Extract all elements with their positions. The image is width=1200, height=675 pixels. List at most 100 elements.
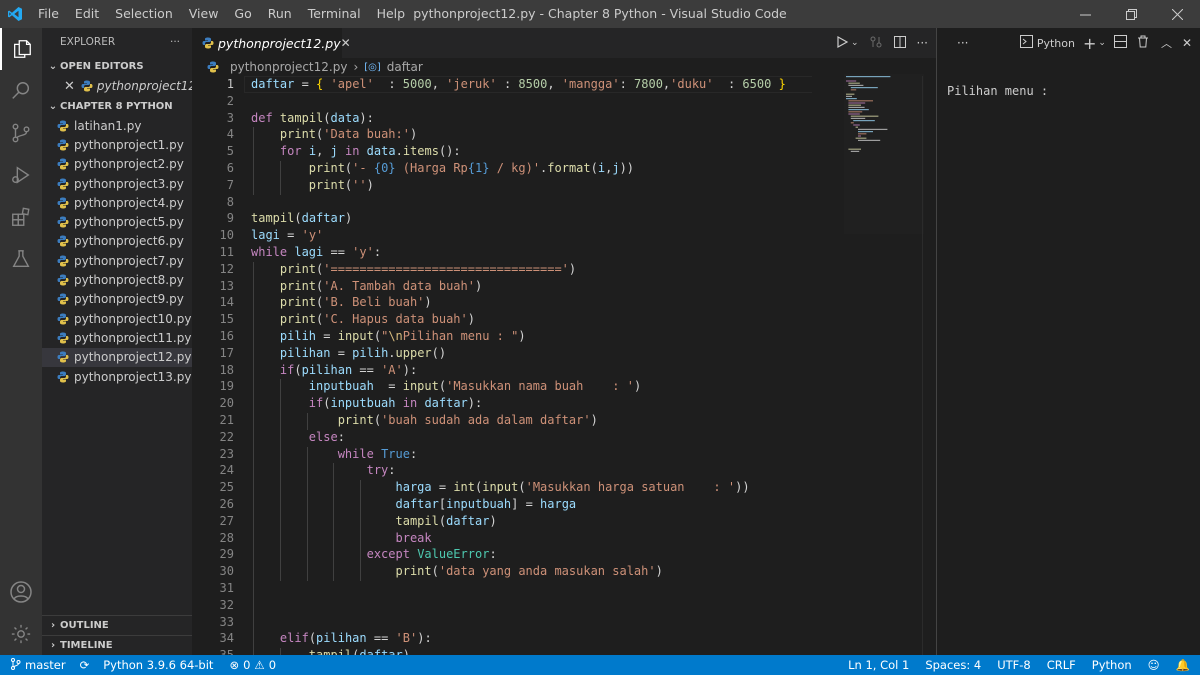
code-line[interactable]: pilihan = pilih.upper()	[251, 346, 446, 360]
code-line[interactable]: print('================================'…	[251, 262, 576, 276]
menu-file[interactable]: File	[30, 0, 67, 28]
file-item[interactable]: pythonproject11.py	[42, 328, 192, 347]
vertical-scrollbar[interactable]	[922, 76, 936, 655]
trash-icon[interactable]	[1137, 35, 1149, 51]
minimap[interactable]	[844, 74, 924, 234]
encoding-status[interactable]: UTF-8	[989, 658, 1039, 672]
code-line[interactable]: except ValueError:	[251, 547, 497, 561]
code-line[interactable]: print('B. Beli buah')	[251, 295, 432, 309]
code-line[interactable]: while lagi == 'y':	[251, 245, 381, 259]
code-line[interactable]: def tampil(data):	[251, 111, 374, 125]
menu-run[interactable]: Run	[260, 0, 300, 28]
terminal-name[interactable]: Python	[1037, 37, 1075, 50]
more-actions-icon[interactable]: ···	[917, 36, 928, 50]
file-item[interactable]: pythonproject9.py	[42, 290, 192, 309]
run-debug-icon[interactable]	[0, 154, 42, 196]
problems-status[interactable]: ⊗ 0 ⚠ 0	[221, 658, 284, 672]
new-terminal-plus-icon[interactable]: +	[1083, 34, 1096, 53]
file-item[interactable]: pythonproject8.py	[42, 270, 192, 289]
code-line[interactable]: lagi = 'y'	[251, 228, 323, 242]
code-editor[interactable]: 1 daftar = { 'apel' : 5000, 'jeruk' : 850…	[192, 76, 812, 655]
settings-gear-icon[interactable]	[0, 613, 42, 655]
eol-status[interactable]: CRLF	[1039, 658, 1084, 672]
code-line[interactable]: for i, j in data.items():	[251, 144, 461, 158]
code-line[interactable]: print('')	[251, 178, 374, 192]
breadcrumb-symbol[interactable]: daftar	[387, 60, 423, 74]
feedback-icon[interactable]: ☺	[1140, 658, 1168, 672]
code-line[interactable]: print('A. Tambah data buah')	[251, 279, 482, 293]
code-line[interactable]: daftar = { 'apel' : 5000, 'jeruk' : 8500…	[251, 77, 786, 91]
source-control-icon[interactable]	[0, 112, 42, 154]
file-item[interactable]: pythonproject5.py	[42, 212, 192, 231]
file-item[interactable]: latihan1.py	[42, 116, 192, 135]
code-line[interactable]: if(pilihan == 'A'):	[251, 363, 417, 377]
run-icon[interactable]	[835, 35, 849, 52]
code-line[interactable]: print('Data buah:')	[251, 127, 417, 141]
file-item[interactable]: pythonproject7.py	[42, 251, 192, 270]
minimize-button[interactable]	[1062, 0, 1108, 28]
code-line[interactable]: print('data yang anda masukan salah')	[251, 564, 663, 578]
terminal-dropdown-chevron-icon[interactable]: ⌄	[1098, 38, 1106, 48]
menu-selection[interactable]: Selection	[107, 0, 181, 28]
code-line[interactable]: print('C. Hapus data buah')	[251, 312, 475, 326]
menu-edit[interactable]: Edit	[67, 0, 107, 28]
language-mode[interactable]: Python	[1084, 658, 1140, 672]
file-item[interactable]: pythonproject3.py	[42, 174, 192, 193]
timeline-section[interactable]: › TIMELINE	[42, 635, 192, 655]
explorer-icon[interactable]	[0, 28, 42, 70]
code-line[interactable]: print('buah sudah ada dalam daftar')	[251, 413, 598, 427]
code-line[interactable]: daftar[inputbuah] = harga	[251, 497, 577, 511]
file-item[interactable]: pythonproject2.py	[42, 155, 192, 174]
outline-section[interactable]: › OUTLINE	[42, 615, 192, 635]
code-line[interactable]: else:	[251, 430, 345, 444]
menu-go[interactable]: Go	[226, 0, 259, 28]
code-line[interactable]: inputbuah = input('Masukkan nama buah : …	[251, 379, 641, 393]
close-panel-icon[interactable]: ✕	[1182, 36, 1192, 50]
menu-view[interactable]: View	[181, 0, 227, 28]
restore-button[interactable]	[1108, 0, 1154, 28]
folder-section[interactable]: ⌄ CHAPTER 8 PYTHON	[42, 96, 192, 116]
file-item[interactable]: pythonproject4.py	[42, 193, 192, 212]
file-item[interactable]: pythonproject13.py	[42, 367, 192, 386]
file-item[interactable]: pythonproject12.py	[42, 347, 192, 367]
file-item[interactable]: pythonproject1.py	[42, 135, 192, 154]
sidebar-more-icon[interactable]: ···	[170, 36, 180, 48]
editor-tab[interactable]: pythonproject12.py ✕	[192, 28, 351, 58]
menu-help[interactable]: Help	[369, 0, 414, 28]
menu-terminal[interactable]: Terminal	[300, 0, 369, 28]
run-dropdown-chevron-icon[interactable]: ⌄	[851, 38, 859, 48]
code-line[interactable]: try:	[251, 463, 396, 477]
indentation-status[interactable]: Spaces: 4	[917, 658, 989, 672]
code-line[interactable]: tampil(daftar)	[251, 211, 352, 225]
close-icon[interactable]: ✕	[64, 79, 75, 94]
code-line[interactable]: tampil(daftar)	[251, 514, 497, 528]
file-item[interactable]: pythonproject10.py	[42, 309, 192, 328]
open-editor-item[interactable]: ✕ pythonproject12....	[42, 76, 192, 96]
terminal-output[interactable]: Pilihan menu :	[947, 84, 1048, 98]
code-line[interactable]: harga = int(input('Masukkan harga satuan…	[251, 480, 750, 494]
split-editor-icon[interactable]	[893, 35, 907, 52]
account-icon[interactable]	[0, 571, 42, 613]
code-line[interactable]: break	[251, 531, 432, 545]
file-item[interactable]: pythonproject6.py	[42, 232, 192, 251]
compare-changes-icon[interactable]	[869, 35, 883, 52]
code-line[interactable]: print('- {0} (Harga Rp{1} / kg)'.format(…	[251, 161, 634, 175]
interpreter-status[interactable]: Python 3.9.6 64-bit	[95, 658, 221, 672]
testing-flask-icon[interactable]	[0, 238, 42, 280]
branch-status[interactable]: master	[0, 657, 74, 673]
breadcrumb-file[interactable]: pythonproject12.py	[230, 60, 347, 74]
split-terminal-icon[interactable]	[1113, 35, 1127, 51]
notifications-bell-icon[interactable]: 🔔	[1168, 658, 1200, 672]
code-line[interactable]: tampil(daftar)	[251, 648, 410, 655]
code-line[interactable]: elif(pilihan == 'B'):	[251, 631, 432, 645]
code-line[interactable]: pilih = input("\nPilihan menu : ")	[251, 329, 526, 343]
open-editors-section[interactable]: ⌄ OPEN EDITORS	[42, 56, 192, 76]
panel-more-icon[interactable]: ···	[957, 36, 968, 50]
search-icon[interactable]	[0, 70, 42, 112]
close-tab-icon[interactable]: ✕	[341, 36, 351, 50]
cursor-position[interactable]: Ln 1, Col 1	[840, 658, 917, 672]
extensions-icon[interactable]	[0, 196, 42, 238]
code-line[interactable]: while True:	[251, 447, 418, 461]
maximize-panel-chevron-up-icon[interactable]: ︿	[1161, 35, 1172, 51]
close-window-button[interactable]	[1154, 0, 1200, 28]
